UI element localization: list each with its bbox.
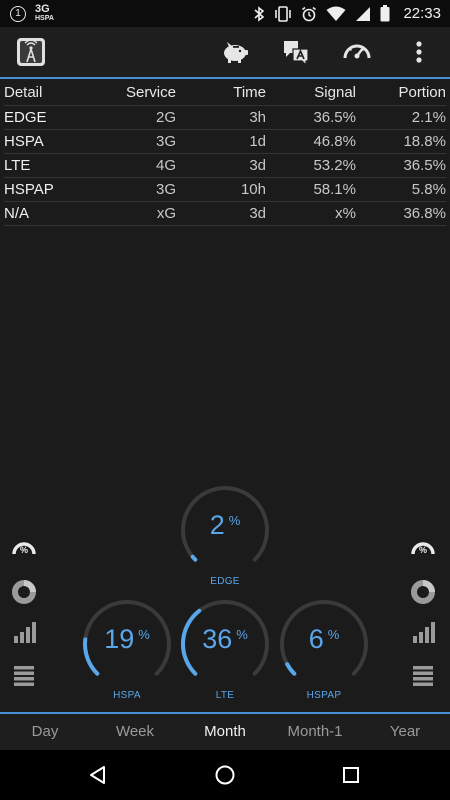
cell-time: 3h [249,109,266,126]
cell-portion: 36.8% [403,205,446,222]
cell-detail: N/A [4,205,30,222]
gauge-label: HSPA [113,690,141,701]
gauge-edge[interactable]: 2% EDGE [179,484,271,588]
bar-chart-icon[interactable] [9,617,39,647]
cell-portion: 5.8% [411,181,446,198]
back-icon[interactable] [84,761,112,789]
donut-chart-icon[interactable] [9,577,39,607]
cell-portion: 36.5% [403,157,446,174]
period-tabs: Day Week Month Month-1 Year [0,714,450,750]
table-header-row: Detail Service Time Signal Portion [4,80,446,106]
gauge-label: HSPAP [306,690,342,701]
gauge-value-number: 2 [209,510,225,540]
cell-portion: 18.8% [403,133,446,150]
cell-detail: HSPAP [4,181,54,198]
gauge-unit: % [327,627,340,642]
gauge-value-number: 6 [308,624,324,654]
bar-chart-icon[interactable] [408,617,438,647]
status-bar: 1 3G HSPA 22:33 [0,0,450,27]
notification-count: 1 [15,8,21,19]
gauge-value: 36% [179,624,271,655]
signal-icon [355,6,371,22]
column-header-detail[interactable]: Detail [4,84,104,101]
overflow-menu-icon[interactable] [404,37,434,67]
bluetooth-icon [253,5,265,22]
cell-service: 4G [155,157,176,174]
toolbar-accent-line [0,77,450,79]
battery-icon [380,5,390,22]
cell-time: 3d [249,157,266,174]
column-header-service[interactable]: Service [104,84,176,101]
gauge-unit: % [138,627,150,642]
cell-detail: HSPA [4,133,44,150]
wifi-icon [326,6,346,22]
network-subtype: HSPA [35,14,54,22]
home-icon[interactable] [211,761,239,789]
cell-signal: 58.1% [313,181,356,198]
cell-service: 3G [155,181,176,198]
table-row: HSPA 3G 1d 46.8% 18.8% [4,130,446,154]
translate-icon[interactable] [281,37,311,67]
gauge-badge-text: % [20,545,28,555]
cell-service: 3G [155,133,176,150]
gauge-value-arc [285,662,297,676]
network-type: 3G [35,2,50,15]
tower-icon[interactable] [16,37,46,72]
list-icon[interactable] [408,660,438,690]
piggy-bank-icon[interactable] [220,37,250,67]
recents-icon[interactable] [337,761,365,789]
tab-week[interactable]: Week [90,714,180,750]
percent-gauge-icon[interactable]: % [9,533,39,563]
gauge-value-arc [190,554,198,562]
cell-signal: 53.2% [313,157,356,174]
cell-portion: 2.1% [411,109,446,126]
tab-month-1[interactable]: Month-1 [270,714,360,750]
gauge-unit: % [236,627,248,642]
gauge-value: 2% [179,510,271,541]
notification-count-icon: 1 [10,5,26,22]
gauge-lte[interactable]: 36% LTE [179,598,271,702]
cell-service: 2G [155,109,176,126]
table-row: N/A xG 3d x% 36.8% [4,202,446,226]
percent-gauge-icon[interactable]: % [408,533,438,563]
tab-year[interactable]: Year [360,714,450,750]
gauge-badge-text: % [419,545,427,555]
cell-service: xG [156,205,176,222]
vibrate-icon [274,5,292,22]
cell-time: 3d [249,205,266,222]
speedometer-icon[interactable] [342,37,372,67]
alarm-icon [301,6,317,22]
gauge-label: LTE [215,690,235,701]
network-type-indicator: 3G HSPA [35,2,54,23]
column-header-signal[interactable]: Signal [266,84,356,101]
gauge-value-number: 36 [202,624,233,654]
table-row: EDGE 2G 3h 36.5% 2.1% [4,106,446,130]
gauge-unit: % [228,513,241,528]
cell-signal: 36.5% [313,109,356,126]
gauge-hspa[interactable]: 19% HSPA [81,598,173,702]
tab-month[interactable]: Month [180,714,270,750]
column-header-time[interactable]: Time [176,84,266,101]
gauge-value-number: 19 [104,624,135,654]
table-row: LTE 4G 3d 53.2% 36.5% [4,154,446,178]
clock: 22:33 [403,5,441,22]
gauge-hspap[interactable]: 6% HSPAP [278,598,370,702]
cell-time: 1d [249,133,266,150]
cell-time: 10h [240,181,266,198]
cell-detail: LTE [4,157,31,174]
cell-signal: 46.8% [313,133,356,150]
donut-chart-icon[interactable] [408,577,438,607]
cell-detail: EDGE [4,109,47,126]
list-icon[interactable] [9,660,39,690]
cell-signal: x% [335,205,356,222]
column-header-portion[interactable]: Portion [356,84,446,101]
gauge-value: 19% [81,624,173,655]
gauge-label: EDGE [210,576,240,587]
table-row: HSPAP 3G 10h 58.1% 5.8% [4,178,446,202]
tab-day[interactable]: Day [0,714,90,750]
network-stats-table: Detail Service Time Signal Portion EDGE … [4,80,446,226]
toolbar [0,27,450,77]
gauge-value: 6% [278,624,370,655]
system-nav-bar [0,750,450,800]
